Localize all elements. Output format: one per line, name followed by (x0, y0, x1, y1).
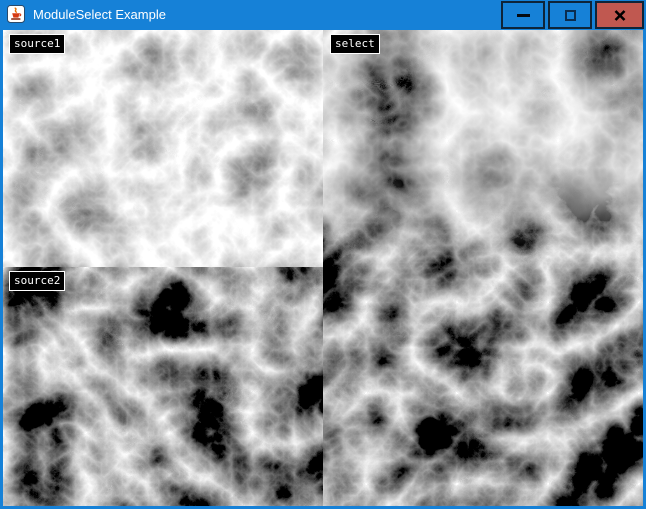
label-source2: source2 (9, 271, 65, 291)
titlebar[interactable]: ModuleSelect Example (0, 0, 646, 30)
window-title: ModuleSelect Example (33, 0, 166, 30)
close-icon (614, 10, 626, 21)
maximize-icon (565, 10, 576, 21)
noise-render-canvas: source1 select source2 (3, 30, 643, 506)
minimize-button[interactable] (501, 1, 545, 29)
source2-image (3, 267, 323, 506)
app-window: ModuleSelect Example (0, 0, 646, 509)
source1-image (3, 30, 323, 267)
window-controls (498, 1, 644, 29)
maximize-button[interactable] (548, 1, 592, 29)
java-coffee-cup-icon (7, 5, 25, 23)
minimize-icon (517, 14, 530, 17)
label-select: select (330, 34, 380, 54)
label-source1: source1 (9, 34, 65, 54)
close-button[interactable] (595, 1, 644, 29)
